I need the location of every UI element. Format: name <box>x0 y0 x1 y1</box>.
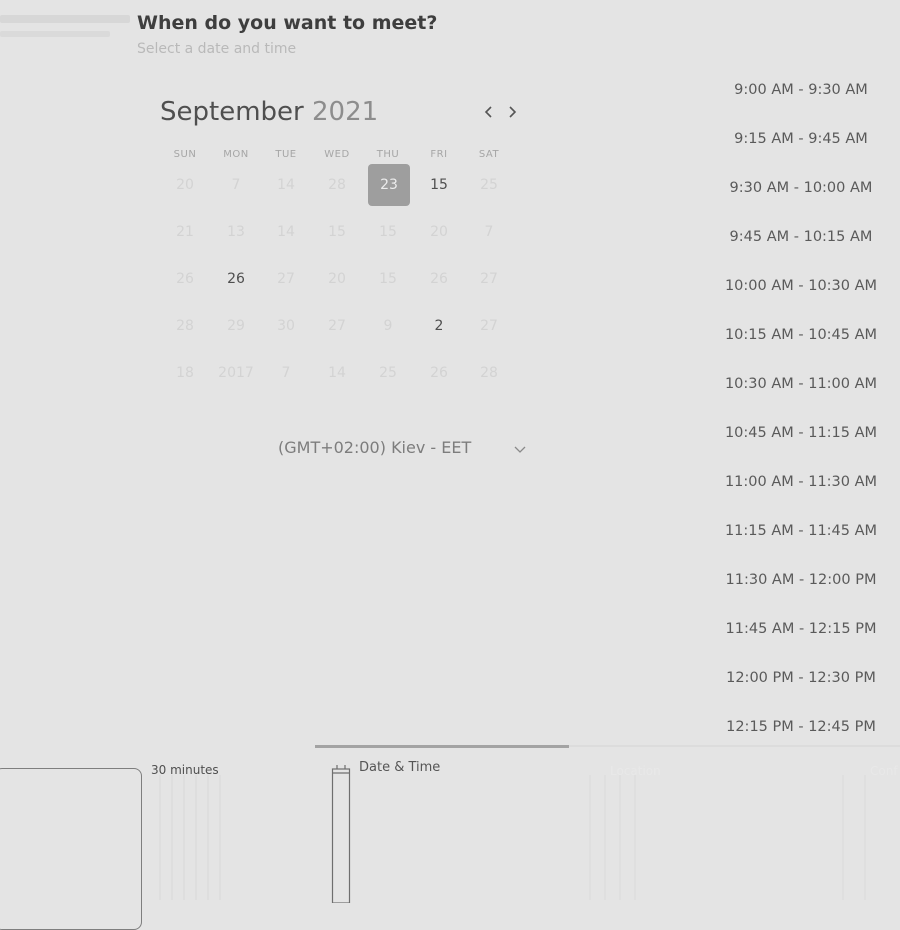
time-slot-button[interactable]: 11:15 AM - 11:45 AM <box>716 523 886 539</box>
calendar-day: 15 <box>328 224 346 240</box>
time-slot-button[interactable]: 9:15 AM - 9:45 AM <box>716 131 886 147</box>
chevron-down-icon <box>514 446 526 453</box>
calendar-day: 2017 <box>218 365 254 381</box>
calendar-year: 2021 <box>311 97 379 127</box>
faint-lines-decoration <box>159 775 221 900</box>
calendar-month-label: September 2021 <box>160 97 378 127</box>
chevron-left-icon <box>484 106 492 118</box>
calendar-icon <box>331 765 351 903</box>
time-slot-button[interactable]: 9:30 AM - 10:00 AM <box>716 180 886 196</box>
calendar-day: 27 <box>480 271 498 287</box>
timezone-select[interactable]: (GMT+02:00) Kiev - EET <box>278 438 471 457</box>
calendar-day: 25 <box>480 177 498 193</box>
calendar-day: 9 <box>383 318 393 334</box>
calendar-day: 27 <box>328 318 346 334</box>
calendar-day: 27 <box>277 271 295 287</box>
weekday-label: SAT <box>478 149 500 160</box>
event-summary-card <box>0 768 142 930</box>
calendar-day: 7 <box>231 177 241 193</box>
faint-lines-decoration <box>589 775 636 900</box>
time-slot-button[interactable]: 12:15 PM - 12:45 PM <box>716 719 886 735</box>
calendar-day: 15 <box>379 271 397 287</box>
calendar-day: 30 <box>277 318 295 334</box>
calendar-day-available[interactable]: 2 <box>418 305 460 347</box>
header-placeholder-bar <box>0 31 110 37</box>
timezone-dropdown-toggle[interactable] <box>512 442 528 458</box>
calendar-day: 29 <box>227 318 245 334</box>
step-datetime-label: Date & Time <box>359 760 441 775</box>
weekday-label: THU <box>376 149 400 160</box>
calendar-day-available[interactable]: 26 <box>215 258 257 300</box>
time-slot-button[interactable]: 12:00 PM - 12:30 PM <box>716 670 886 686</box>
chevron-right-icon <box>509 106 517 118</box>
prev-month-button[interactable] <box>480 100 498 124</box>
step-progress-active <box>315 745 569 748</box>
weekday-label: FRI <box>430 149 448 160</box>
calendar-day: 21 <box>176 224 194 240</box>
header-placeholder-bar <box>0 15 130 23</box>
calendar-day: 14 <box>328 365 346 381</box>
calendar-day: 20 <box>430 224 448 240</box>
calendar-day: 15 <box>379 224 397 240</box>
weekday-label: TUE <box>275 149 297 160</box>
time-slot-button[interactable]: 9:00 AM - 9:30 AM <box>716 82 886 98</box>
time-slot-button[interactable]: 11:00 AM - 11:30 AM <box>716 474 886 490</box>
time-slot-button[interactable]: 11:45 AM - 12:15 PM <box>716 621 886 637</box>
calendar-day: 14 <box>277 177 295 193</box>
time-slot-button[interactable]: 9:45 AM - 10:15 AM <box>716 229 886 245</box>
calendar-day-selected[interactable]: 23 <box>368 164 410 206</box>
calendar-day: 27 <box>480 318 498 334</box>
calendar-day: 13 <box>227 224 245 240</box>
calendar-day: 14 <box>277 224 295 240</box>
page-title: When do you want to meet? <box>137 12 438 34</box>
calendar-day: 28 <box>328 177 346 193</box>
calendar-day: 28 <box>480 365 498 381</box>
calendar-day: 28 <box>176 318 194 334</box>
calendar-day: 26 <box>176 271 194 287</box>
calendar-day: 7 <box>484 224 494 240</box>
step-progress-track <box>569 745 900 747</box>
calendar-day-available[interactable]: 15 <box>418 164 460 206</box>
calendar-day: 25 <box>379 365 397 381</box>
weekday-label: SUN <box>173 149 197 160</box>
next-month-button[interactable] <box>503 100 521 124</box>
calendar-day: 7 <box>281 365 291 381</box>
time-slot-button[interactable]: 10:15 AM - 10:45 AM <box>716 327 886 343</box>
calendar-month: September <box>160 97 304 127</box>
time-slot-button[interactable]: 11:30 AM - 12:00 PM <box>716 572 886 588</box>
calendar-day: 20 <box>176 177 194 193</box>
calendar-day: 20 <box>328 271 346 287</box>
calendar-day: 26 <box>430 271 448 287</box>
time-slot-button[interactable]: 10:45 AM - 11:15 AM <box>716 425 886 441</box>
calendar-day: 26 <box>430 365 448 381</box>
weekday-label: MON <box>223 149 249 160</box>
weekday-label: WED <box>324 149 350 160</box>
time-slot-button[interactable]: 10:00 AM - 10:30 AM <box>716 278 886 294</box>
time-slot-button[interactable]: 10:30 AM - 11:00 AM <box>716 376 886 392</box>
faint-lines-decoration <box>842 775 866 900</box>
page-subtitle: Select a date and time <box>137 41 297 57</box>
calendar-day: 18 <box>176 365 194 381</box>
